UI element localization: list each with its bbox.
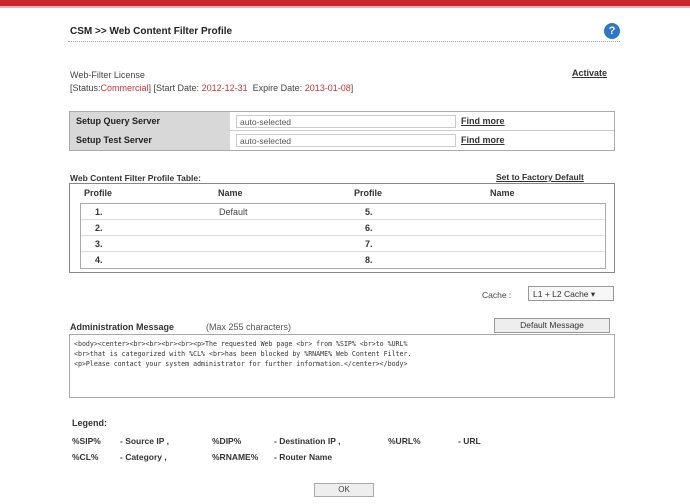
profile-table-header: Profile Name Profile Name: [70, 184, 614, 201]
legend-desc-url: - URL: [458, 436, 481, 446]
query-server-input[interactable]: auto-selected: [236, 115, 456, 128]
ok-button[interactable]: OK: [314, 483, 374, 497]
factory-default-link[interactable]: Set to Factory Default: [496, 172, 584, 182]
header-profile-2: Profile: [354, 188, 383, 198]
status-value: Commercial: [100, 83, 149, 93]
expire-date: 2013-01-08: [304, 83, 351, 93]
legend-key-cl: %CL%: [72, 452, 99, 462]
legend-key-url: %URL%: [388, 436, 421, 446]
profile-table-body: 1. Default 5. 2. 6. 3. 7. 4. 8.: [80, 203, 606, 269]
profile-table: Profile Name Profile Name 1. Default 5. …: [69, 183, 615, 273]
header-profile-1: Profile: [84, 188, 113, 198]
table-row: 3. 7.: [81, 236, 605, 252]
profile-link-4[interactable]: 4.: [95, 255, 103, 265]
status-prefix: [Status:: [70, 83, 101, 93]
start-prefix: ] [Start Date:: [148, 83, 200, 93]
cache-select[interactable]: L1 + L2 Cache ▾: [528, 286, 614, 301]
default-message-button[interactable]: Default Message: [494, 318, 610, 333]
profile-link-7[interactable]: 7.: [365, 239, 373, 249]
query-server-label: Setup Query Server: [70, 112, 230, 131]
header-name-1: Name: [218, 188, 243, 198]
test-server-find-more-link[interactable]: Find more: [461, 135, 505, 145]
legend-desc-sip: - Source IP ,: [120, 436, 169, 446]
test-server-input[interactable]: auto-selected: [236, 134, 456, 147]
legend-key-sip: %SIP%: [72, 436, 101, 446]
profile-link-6[interactable]: 6.: [365, 223, 373, 233]
server-table: Setup Query Server auto-selected Find mo…: [69, 111, 615, 151]
license-status: [Status:Commercial] [Start Date: 2012-12…: [70, 83, 353, 93]
profile-link-8[interactable]: 8.: [365, 255, 373, 265]
cache-label: Cache :: [482, 290, 512, 300]
help-icon[interactable]: ?: [604, 23, 620, 39]
table-row: 4. 8.: [81, 252, 605, 268]
profile-link-1[interactable]: 1.: [95, 207, 103, 217]
table-row: 1. Default 5.: [81, 204, 605, 220]
query-server-row: Setup Query Server auto-selected Find mo…: [70, 112, 614, 131]
legend-desc-dip: - Destination IP ,: [274, 436, 341, 446]
profile-table-label: Web Content Filter Profile Table:: [70, 173, 201, 183]
admin-message-textarea[interactable]: <body><center><br><br><br><br><p>The req…: [69, 334, 615, 398]
legend-key-rname: %RNAME%: [212, 452, 259, 462]
admin-message-label: Administration Message: [70, 322, 175, 332]
legend-desc-rname: - Router Name: [274, 452, 333, 462]
test-server-label: Setup Test Server: [70, 131, 230, 150]
legend-desc-cl: - Category ,: [120, 452, 167, 462]
legend-key-dip: %DIP%: [212, 436, 242, 446]
header-name-2: Name: [490, 188, 515, 198]
top-accent-line: [0, 6, 690, 8]
status-suffix: ]: [350, 83, 354, 93]
profile-link-2[interactable]: 2.: [95, 223, 103, 233]
profile-name-1: Default: [219, 207, 248, 217]
table-row: 2. 6.: [81, 220, 605, 236]
license-label: Web-Filter License: [70, 70, 145, 80]
expire-prefix: Expire Date:: [252, 83, 303, 93]
admin-message-hint: (Max 255 characters): [206, 322, 292, 332]
page-title: CSM >> Web Content Filter Profile: [70, 26, 233, 37]
title-bar: CSM >> Web Content Filter Profile ?: [68, 20, 620, 42]
legend-title: Legend:: [72, 418, 107, 428]
start-date: 2012-12-31: [201, 83, 248, 93]
activate-link[interactable]: Activate: [572, 68, 607, 78]
profile-link-3[interactable]: 3.: [95, 239, 103, 249]
test-server-row: Setup Test Server auto-selected Find mor…: [70, 131, 614, 150]
profile-link-5[interactable]: 5.: [365, 207, 373, 217]
query-server-find-more-link[interactable]: Find more: [461, 116, 505, 126]
